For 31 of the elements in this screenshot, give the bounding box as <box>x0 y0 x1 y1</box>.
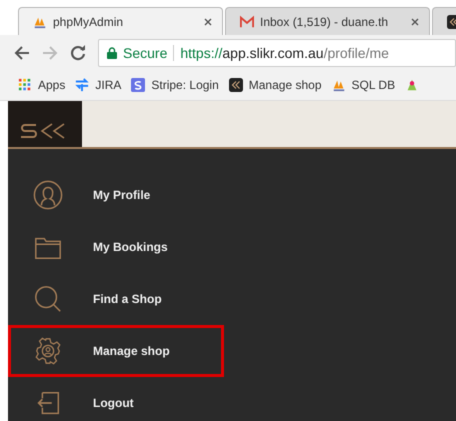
address-bar[interactable]: Secure https://app.slikr.com.au/profile/me <box>98 38 456 66</box>
menu-item[interactable]: Logout <box>8 377 224 421</box>
bookmark[interactable]: Apps <box>18 78 66 92</box>
search-icon <box>33 284 63 314</box>
logo-icon <box>20 121 66 141</box>
menu-item[interactable]: Manage shop <box>8 325 224 377</box>
browser-tab[interactable]: phpMyAdmin <box>18 7 223 35</box>
bookmark[interactable]: Manage shop <box>228 78 322 92</box>
lock-icon <box>107 46 117 58</box>
back-icon[interactable] <box>14 44 30 60</box>
secure-label: Secure <box>123 44 168 60</box>
s-letter-icon <box>131 78 146 92</box>
arrows-icon <box>75 78 90 92</box>
url-text: https://app.slikr.com.au/profile/me <box>180 44 389 60</box>
menu-item[interactable]: My Bookings <box>8 221 224 273</box>
menu-item[interactable]: My Profile <box>8 169 224 221</box>
close-icon[interactable] <box>411 18 419 26</box>
chevrons-icon <box>228 78 243 92</box>
close-icon[interactable] <box>204 18 212 26</box>
gear-icon <box>33 336 63 366</box>
bookmark[interactable]: JIRA <box>75 78 122 92</box>
mail-icon <box>240 14 254 28</box>
reload-icon[interactable] <box>70 44 86 60</box>
sailboat-icon <box>332 78 346 92</box>
menu-item[interactable]: Find a Shop <box>8 273 224 325</box>
sailboat-icon <box>33 14 47 28</box>
person-icon <box>33 180 63 210</box>
bookmark[interactable]: SQL DB <box>332 78 396 92</box>
apps-grid-icon <box>18 78 32 92</box>
bookmark[interactable]: Stripe: Login <box>131 78 219 92</box>
browser-tab[interactable]: Inbox (1,519) - duane.th <box>225 7 430 35</box>
